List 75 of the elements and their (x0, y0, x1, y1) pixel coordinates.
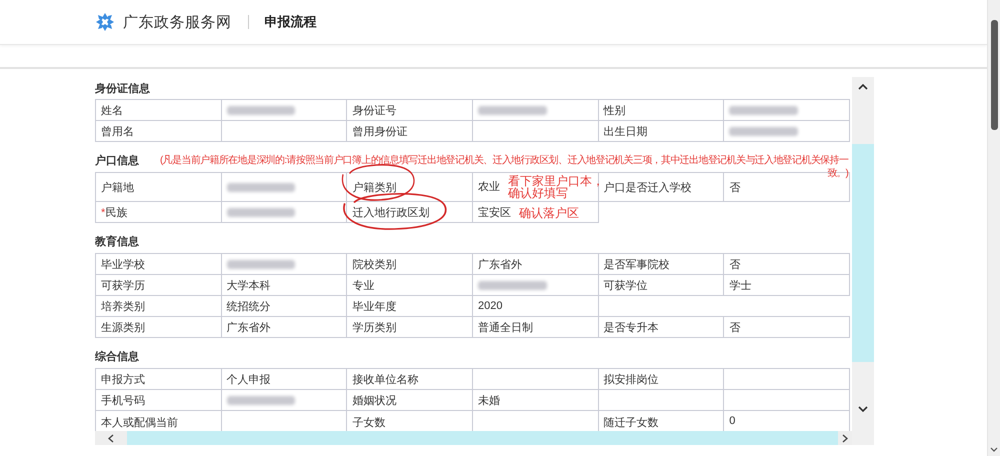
field-value: 统招统分 (226, 300, 271, 312)
field-label: 民族 (105, 206, 128, 218)
field-label: 曾用身份证 (352, 126, 408, 138)
redacted-value (226, 182, 296, 192)
field-label: 姓名 (101, 104, 123, 116)
page-title: 申报流程 (264, 13, 316, 31)
field-value: 农业 (478, 180, 500, 193)
vertical-scrollbar[interactable] (852, 77, 874, 445)
field-label: 毕业年度 (352, 300, 396, 312)
chevron-left-icon (108, 434, 114, 442)
field-label: 性别 (604, 104, 626, 116)
page-scrollbar[interactable] (987, 0, 1000, 456)
scrollbar-thumb[interactable] (990, 20, 998, 130)
field-label: 子女数 (352, 417, 386, 429)
chevron-down-icon[interactable] (990, 447, 998, 453)
field-label: 本人或配偶当前 (101, 417, 178, 429)
field-label: 生源类别 (101, 322, 145, 334)
field-label: 申报方式 (101, 374, 145, 386)
field-label: 可获学历 (101, 280, 145, 292)
field-label: 培养类别 (101, 300, 145, 312)
field-label: 户籍类别 (352, 182, 396, 194)
chevron-down-icon[interactable] (858, 406, 868, 413)
section-title: 户口信息 (95, 155, 139, 167)
logo-icon (95, 12, 115, 32)
field-value: 宝安区 (478, 206, 511, 218)
scroll-left-button[interactable] (95, 431, 127, 445)
field-value: 广东省外 (478, 258, 522, 270)
field-label: 是否军事院校 (604, 258, 670, 270)
field-label: 可获学位 (604, 280, 648, 292)
section-title: 综合信息 (95, 351, 139, 363)
field-value: 大学本科 (226, 280, 271, 292)
field-value: 普通全日制 (478, 322, 533, 334)
field-value: 2020 (478, 300, 502, 312)
field-value: 否 (729, 182, 740, 194)
redacted-value (729, 126, 798, 136)
redacted-value (478, 280, 547, 290)
field-label: 接收单位名称 (352, 374, 418, 386)
redacted-value (729, 106, 798, 114)
field-label: 院校类别 (352, 258, 396, 270)
redacted-value (478, 106, 547, 114)
redacted-value (226, 106, 296, 114)
annotation-text: 确认落户区 (518, 206, 580, 219)
field-value: 学士 (729, 280, 752, 292)
field-label: 迁入地行政区划 (352, 206, 430, 218)
field-label: 户籍地 (101, 182, 134, 194)
section-title: 身份证信息 (95, 83, 150, 95)
redacted-value (226, 396, 296, 404)
required-mark: * (101, 206, 106, 218)
chevron-right-icon (842, 434, 848, 442)
field-label: 手机号码 (101, 394, 145, 406)
field-label: 户口是否迁入学校 (604, 182, 692, 194)
field-label: 学历类别 (352, 322, 396, 334)
field-label: 专业 (352, 280, 374, 292)
field-value: 个人申报 (226, 374, 271, 386)
section-title: 教育信息 (95, 236, 139, 248)
field-value: 广东省外 (226, 322, 271, 334)
redacted-value (226, 260, 296, 268)
scrollbar-thumb[interactable] (852, 144, 874, 362)
field-label: 是否专升本 (604, 322, 659, 334)
field-label: 身份证号 (352, 104, 396, 116)
site-name[interactable]: 广东政务服务网 (123, 12, 232, 32)
field-label: 随迁子女数 (604, 417, 659, 429)
field-value: 未婚 (478, 394, 500, 406)
field-value: 否 (729, 322, 740, 334)
field-label: 曾用名 (101, 126, 134, 138)
field-label: 出生日期 (604, 126, 648, 138)
chevron-up-icon[interactable] (858, 83, 868, 90)
field-value: 0 (729, 415, 736, 427)
field-label: 毕业学校 (101, 258, 145, 270)
field-label: 拟安排岗位 (604, 374, 659, 386)
field-value: 否 (729, 258, 740, 270)
scroll-right-button[interactable] (838, 431, 852, 445)
field-label: 婚姻状况 (352, 394, 396, 406)
redacted-value (226, 208, 296, 216)
horizontal-scrollbar[interactable] (95, 431, 852, 445)
